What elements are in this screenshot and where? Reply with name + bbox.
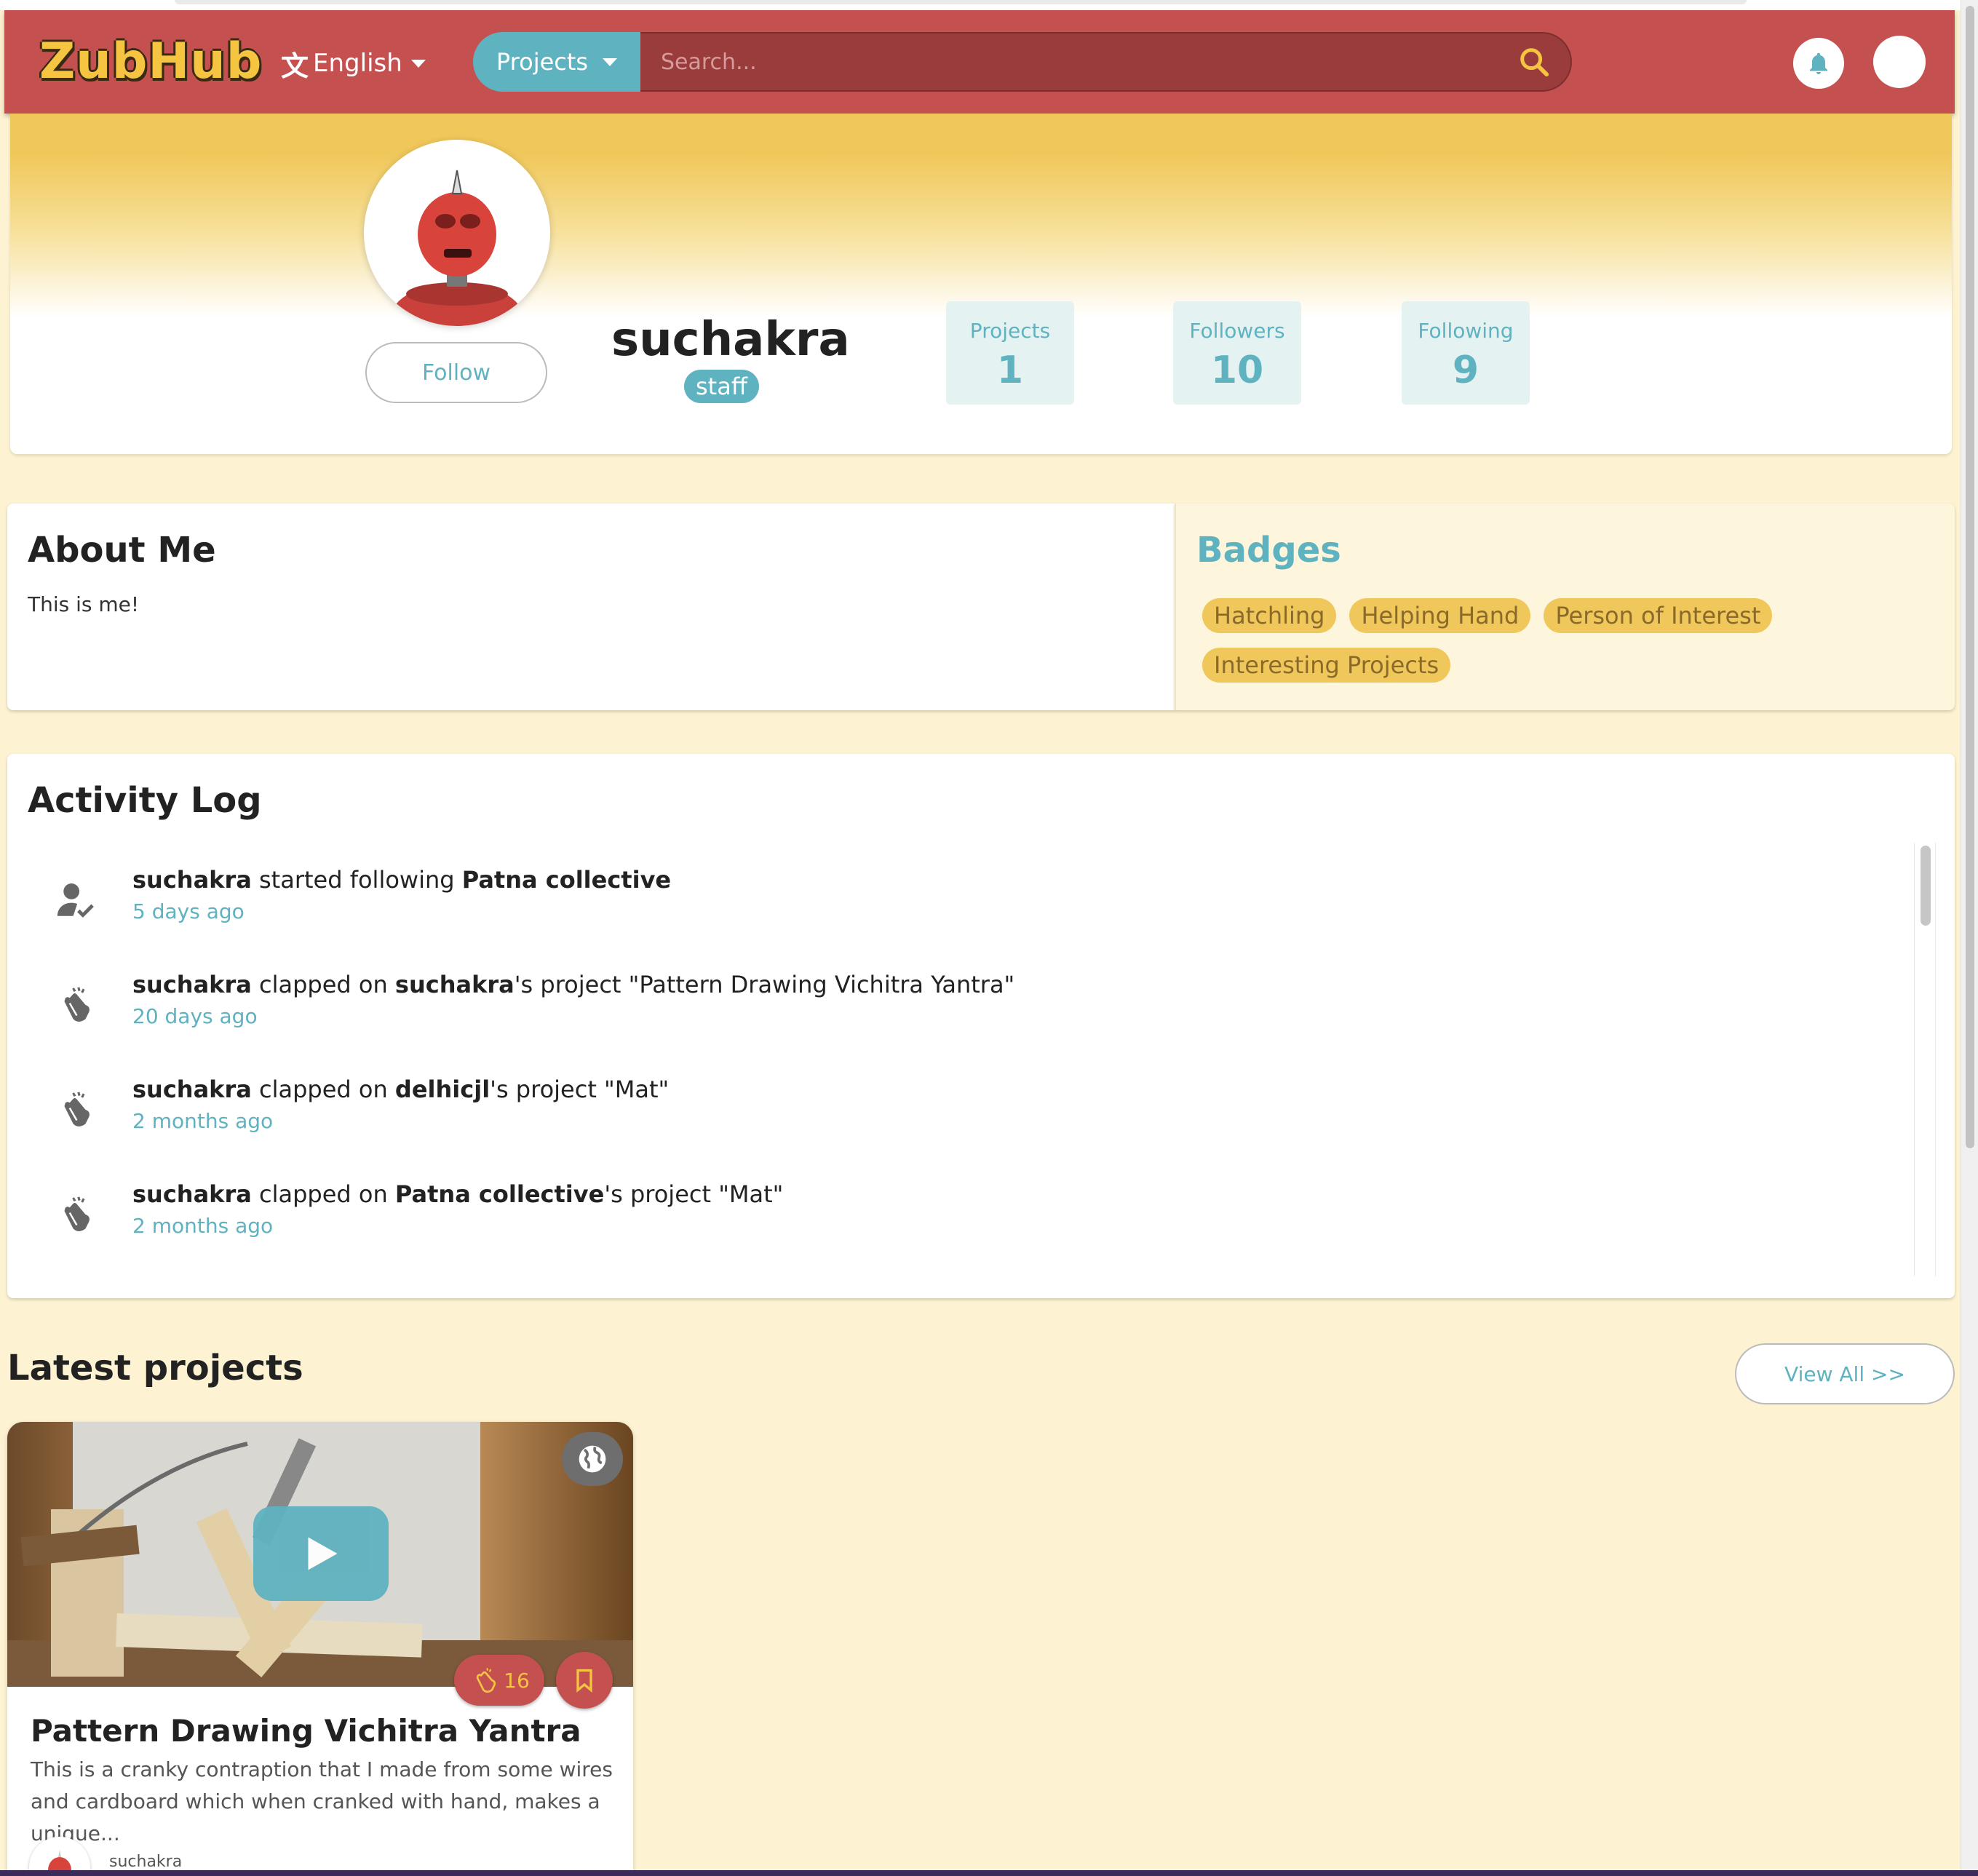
follow-button[interactable]: Follow — [365, 342, 547, 403]
clap-button[interactable]: 16 — [454, 1655, 544, 1706]
profile-username: suchakra — [611, 313, 850, 367]
search-icon[interactable] — [1517, 45, 1551, 79]
bell-icon — [1810, 52, 1827, 74]
desktop-strip — [0, 1870, 1978, 1876]
activity-rest: 's project "Mat" — [604, 1180, 784, 1208]
activity-actor[interactable]: suchakra — [132, 1076, 252, 1103]
badge: Helping Hand — [1349, 598, 1531, 633]
language-selector[interactable]: 文 English — [281, 45, 426, 82]
activity-text: suchakra clapped on delhicjl's project "… — [132, 1076, 669, 1103]
activity-text: suchakra clapped on Patna collective's p… — [132, 1180, 783, 1208]
translate-icon: 文 — [281, 49, 309, 82]
stat-followers[interactable]: Followers 10 — [1173, 301, 1301, 405]
search-category-label: Projects — [496, 48, 589, 76]
clap-count: 16 — [504, 1668, 530, 1693]
activity-text: suchakra clapped on suchakra's project "… — [132, 971, 1014, 998]
globe-icon — [579, 1445, 606, 1473]
clap-icon — [476, 1668, 496, 1693]
about-text: This is me! — [28, 592, 140, 616]
activity-verb: clapped on — [251, 1180, 395, 1208]
stat-following[interactable]: Following 9 — [1402, 301, 1530, 405]
navbar: ZubHub 文 English Projects — [4, 10, 1955, 114]
activity-actor[interactable]: suchakra — [132, 971, 252, 998]
badge-list: Hatchling Helping Hand Person of Interest I… — [1202, 598, 1945, 697]
search-category-dropdown[interactable]: Projects — [473, 32, 640, 92]
play-video-button[interactable] — [253, 1506, 389, 1601]
stat-label: Followers — [1189, 319, 1285, 343]
about-title: About Me — [28, 530, 216, 571]
stat-label: Projects — [969, 319, 1051, 343]
activity-scrollbar[interactable] — [1914, 843, 1936, 1276]
badges-card: Badges Hatchling Helping Hand Person of In… — [1175, 504, 1955, 710]
activity-actor[interactable]: suchakra — [132, 866, 252, 894]
latest-projects-title: Latest projects — [7, 1348, 303, 1388]
robot-avatar-icon — [386, 170, 528, 326]
search-bar: Projects — [473, 32, 1572, 92]
play-icon — [308, 1537, 338, 1570]
view-all-button[interactable]: View All >> — [1735, 1343, 1955, 1404]
activity-verb: started following — [251, 866, 462, 894]
user-check-icon — [57, 883, 94, 918]
chevron-down-icon — [410, 59, 426, 68]
clap-icon — [64, 987, 90, 1022]
stat-value: 10 — [1210, 349, 1264, 392]
badges-title: Badges — [1196, 530, 1341, 571]
page: ZubHub 文 English Projects Search... Foll… — [0, 0, 1961, 1870]
stat-label: Following — [1418, 319, 1514, 343]
stat-value: 1 — [996, 349, 1024, 392]
profile-avatar — [364, 140, 550, 326]
project-description: This is a cranky contraption that I made… — [31, 1757, 613, 1845]
activity-scroll-thumb[interactable] — [1921, 846, 1931, 926]
activity-log-card: Activity Log suchakra started following … — [7, 754, 1955, 1298]
user-avatar-button[interactable] — [1873, 36, 1926, 88]
activity-actor[interactable]: suchakra — [132, 1180, 252, 1208]
clap-icon — [64, 1196, 90, 1231]
activity-title: Activity Log — [28, 780, 262, 821]
chevron-down-icon — [603, 57, 618, 66]
activity-verb: clapped on — [251, 1076, 395, 1103]
project-title[interactable]: Pattern Drawing Vichitra Yantra — [31, 1713, 581, 1749]
page-scroll-thumb[interactable] — [1966, 6, 1974, 1148]
page-scrollbar[interactable] — [1961, 0, 1978, 1870]
activity-target[interactable]: Patna collective — [462, 866, 671, 894]
notifications-button[interactable] — [1793, 38, 1844, 89]
activity-time: 2 months ago — [132, 1214, 274, 1238]
language-label: English — [313, 49, 402, 78]
clap-icon — [64, 1092, 90, 1126]
browser-top-strip — [0, 0, 1961, 10]
activity-target[interactable]: suchakra — [395, 971, 515, 998]
activity-verb: clapped on — [251, 971, 395, 998]
bookmark-button[interactable] — [556, 1652, 613, 1709]
stat-projects[interactable]: Projects 1 — [946, 301, 1074, 405]
badge: Person of Interest — [1544, 598, 1773, 633]
badge: Hatchling — [1202, 598, 1337, 633]
activity-rest: 's project "Mat" — [490, 1076, 670, 1103]
about-me-card: About Me This is me! — [7, 504, 1175, 710]
activity-time: 20 days ago — [132, 1004, 258, 1028]
project-card[interactable]: 16 Pattern Drawing Vichitra Yantra This … — [7, 1422, 633, 1870]
activity-target[interactable]: Patna collective — [395, 1180, 604, 1208]
staff-badge: staff — [684, 370, 759, 403]
activity-target[interactable]: delhicjl — [395, 1076, 490, 1103]
project-author[interactable]: suchakra — [109, 1853, 182, 1870]
zubhub-logo[interactable]: ZubHub — [39, 31, 262, 93]
stat-value: 9 — [1452, 349, 1479, 392]
activity-time: 2 months ago — [132, 1109, 274, 1133]
activity-rest: 's project "Pattern Drawing Vichitra Yan… — [514, 971, 1015, 998]
bookmark-icon — [576, 1669, 592, 1693]
public-visibility-button[interactable] — [562, 1432, 623, 1486]
activity-time: 5 days ago — [132, 899, 245, 923]
activity-text: suchakra started following Patna collect… — [132, 866, 671, 894]
search-input[interactable] — [640, 32, 1572, 92]
badge: Interesting Projects — [1202, 648, 1451, 683]
